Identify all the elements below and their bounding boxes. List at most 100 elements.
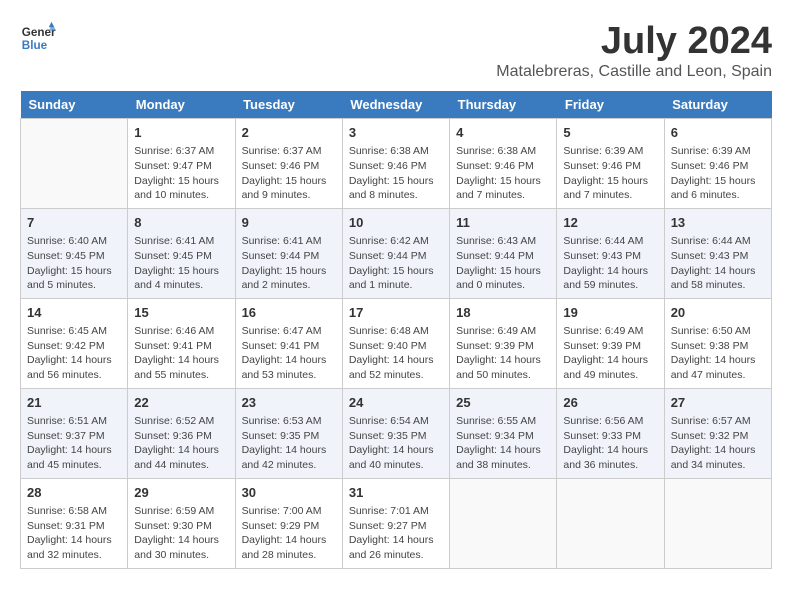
day-info: Sunrise: 6:51 AM Sunset: 9:37 PM Dayligh…: [27, 414, 121, 473]
calendar-cell: [450, 478, 557, 568]
calendar-cell: 27 Sunrise: 6:57 AM Sunset: 9:32 PM Dayli…: [664, 388, 771, 478]
weekday-thursday: Thursday: [450, 91, 557, 119]
calendar-cell: 3 Sunrise: 6:38 AM Sunset: 9:46 PM Daylig…: [342, 119, 449, 209]
day-info: Sunrise: 7:00 AM Sunset: 9:29 PM Dayligh…: [242, 504, 336, 563]
day-info: Sunrise: 6:58 AM Sunset: 9:31 PM Dayligh…: [27, 504, 121, 563]
calendar-cell: 22 Sunrise: 6:52 AM Sunset: 9:36 PM Dayli…: [128, 388, 235, 478]
day-number: 28: [27, 484, 121, 502]
calendar-cell: 6 Sunrise: 6:39 AM Sunset: 9:46 PM Daylig…: [664, 119, 771, 209]
day-info: Sunrise: 6:52 AM Sunset: 9:36 PM Dayligh…: [134, 414, 228, 473]
day-info: Sunrise: 6:39 AM Sunset: 9:46 PM Dayligh…: [671, 144, 765, 203]
day-info: Sunrise: 6:37 AM Sunset: 9:47 PM Dayligh…: [134, 144, 228, 203]
calendar-cell: 24 Sunrise: 6:54 AM Sunset: 9:35 PM Dayli…: [342, 388, 449, 478]
day-info: Sunrise: 6:41 AM Sunset: 9:44 PM Dayligh…: [242, 234, 336, 293]
day-info: Sunrise: 6:42 AM Sunset: 9:44 PM Dayligh…: [349, 234, 443, 293]
day-info: Sunrise: 6:57 AM Sunset: 9:32 PM Dayligh…: [671, 414, 765, 473]
calendar-cell: 1Sunrise: 6:37 AM Sunset: 9:47 PM Daylig…: [128, 119, 235, 209]
day-number: 31: [349, 484, 443, 502]
day-info: Sunrise: 6:55 AM Sunset: 9:34 PM Dayligh…: [456, 414, 550, 473]
day-number: 14: [27, 304, 121, 322]
day-number: 25: [456, 394, 550, 412]
day-info: Sunrise: 6:38 AM Sunset: 9:46 PM Dayligh…: [456, 144, 550, 203]
calendar-cell: 25 Sunrise: 6:55 AM Sunset: 9:34 PM Dayli…: [450, 388, 557, 478]
day-number: 5: [563, 124, 657, 142]
calendar-week-5: 28 Sunrise: 6:58 AM Sunset: 9:31 PM Dayli…: [21, 478, 772, 568]
day-number: 9: [242, 214, 336, 232]
calendar-cell: 26Sunrise: 6:56 AM Sunset: 9:33 PM Dayli…: [557, 388, 664, 478]
calendar-cell: 13Sunrise: 6:44 AM Sunset: 9:43 PM Dayli…: [664, 208, 771, 298]
day-info: Sunrise: 6:49 AM Sunset: 9:39 PM Dayligh…: [456, 324, 550, 383]
calendar-cell: 31Sunrise: 7:01 AM Sunset: 9:27 PM Dayli…: [342, 478, 449, 568]
calendar-cell: [21, 119, 128, 209]
calendar-cell: [557, 478, 664, 568]
day-number: 16: [242, 304, 336, 322]
day-number: 4: [456, 124, 550, 142]
day-number: 12: [563, 214, 657, 232]
calendar-cell: 8 Sunrise: 6:41 AM Sunset: 9:45 PM Daylig…: [128, 208, 235, 298]
calendar-cell: 18 Sunrise: 6:49 AM Sunset: 9:39 PM Dayli…: [450, 298, 557, 388]
day-info: Sunrise: 6:59 AM Sunset: 9:30 PM Dayligh…: [134, 504, 228, 563]
day-number: 10: [349, 214, 443, 232]
calendar-cell: 19 Sunrise: 6:49 AM Sunset: 9:39 PM Dayli…: [557, 298, 664, 388]
day-number: 11: [456, 214, 550, 232]
location-title: Matalebreras, Castille and Leon, Spain: [496, 63, 772, 81]
title-block: July 2024 Matalebreras, Castille and Leo…: [496, 20, 772, 81]
day-number: 3: [349, 124, 443, 142]
day-number: 30: [242, 484, 336, 502]
day-number: 23: [242, 394, 336, 412]
calendar-cell: 9 Sunrise: 6:41 AM Sunset: 9:44 PM Daylig…: [235, 208, 342, 298]
calendar-cell: 4 Sunrise: 6:38 AM Sunset: 9:46 PM Daylig…: [450, 119, 557, 209]
calendar-cell: 15 Sunrise: 6:46 AM Sunset: 9:41 PM Dayli…: [128, 298, 235, 388]
day-number: 7: [27, 214, 121, 232]
day-number: 2: [242, 124, 336, 142]
calendar-cell: 16 Sunrise: 6:47 AM Sunset: 9:41 PM Dayli…: [235, 298, 342, 388]
calendar-cell: 21 Sunrise: 6:51 AM Sunset: 9:37 PM Dayli…: [21, 388, 128, 478]
day-number: 15: [134, 304, 228, 322]
calendar-cell: 20Sunrise: 6:50 AM Sunset: 9:38 PM Dayli…: [664, 298, 771, 388]
calendar-week-2: 7 Sunrise: 6:40 AM Sunset: 9:45 PM Daylig…: [21, 208, 772, 298]
page-header: General Blue July 2024 Matalebreras, Cas…: [20, 20, 772, 81]
calendar-week-4: 21 Sunrise: 6:51 AM Sunset: 9:37 PM Dayli…: [21, 388, 772, 478]
day-number: 18: [456, 304, 550, 322]
day-number: 27: [671, 394, 765, 412]
day-info: Sunrise: 6:43 AM Sunset: 9:44 PM Dayligh…: [456, 234, 550, 293]
month-title: July 2024: [496, 20, 772, 63]
day-number: 17: [349, 304, 443, 322]
day-info: Sunrise: 6:46 AM Sunset: 9:41 PM Dayligh…: [134, 324, 228, 383]
calendar-cell: 7 Sunrise: 6:40 AM Sunset: 9:45 PM Daylig…: [21, 208, 128, 298]
day-number: 20: [671, 304, 765, 322]
day-number: 22: [134, 394, 228, 412]
weekday-friday: Friday: [557, 91, 664, 119]
weekday-wednesday: Wednesday: [342, 91, 449, 119]
day-info: Sunrise: 6:54 AM Sunset: 9:35 PM Dayligh…: [349, 414, 443, 473]
weekday-saturday: Saturday: [664, 91, 771, 119]
calendar-week-3: 14Sunrise: 6:45 AM Sunset: 9:42 PM Dayli…: [21, 298, 772, 388]
day-number: 26: [563, 394, 657, 412]
day-info: Sunrise: 6:37 AM Sunset: 9:46 PM Dayligh…: [242, 144, 336, 203]
day-number: 6: [671, 124, 765, 142]
day-number: 24: [349, 394, 443, 412]
weekday-monday: Monday: [128, 91, 235, 119]
day-info: Sunrise: 6:40 AM Sunset: 9:45 PM Dayligh…: [27, 234, 121, 293]
calendar-cell: 11 Sunrise: 6:43 AM Sunset: 9:44 PM Dayli…: [450, 208, 557, 298]
day-number: 19: [563, 304, 657, 322]
weekday-sunday: Sunday: [21, 91, 128, 119]
day-info: Sunrise: 6:53 AM Sunset: 9:35 PM Dayligh…: [242, 414, 336, 473]
day-number: 13: [671, 214, 765, 232]
day-info: Sunrise: 6:38 AM Sunset: 9:46 PM Dayligh…: [349, 144, 443, 203]
day-info: Sunrise: 6:41 AM Sunset: 9:45 PM Dayligh…: [134, 234, 228, 293]
day-info: Sunrise: 6:47 AM Sunset: 9:41 PM Dayligh…: [242, 324, 336, 383]
day-number: 8: [134, 214, 228, 232]
weekday-tuesday: Tuesday: [235, 91, 342, 119]
day-info: Sunrise: 6:49 AM Sunset: 9:39 PM Dayligh…: [563, 324, 657, 383]
day-number: 21: [27, 394, 121, 412]
logo-icon: General Blue: [20, 20, 56, 56]
calendar-table: SundayMondayTuesdayWednesdayThursdayFrid…: [20, 91, 772, 569]
calendar-cell: 29Sunrise: 6:59 AM Sunset: 9:30 PM Dayli…: [128, 478, 235, 568]
svg-text:Blue: Blue: [22, 39, 48, 52]
calendar-cell: 12Sunrise: 6:44 AM Sunset: 9:43 PM Dayli…: [557, 208, 664, 298]
day-info: Sunrise: 6:39 AM Sunset: 9:46 PM Dayligh…: [563, 144, 657, 203]
calendar-cell: 23 Sunrise: 6:53 AM Sunset: 9:35 PM Dayli…: [235, 388, 342, 478]
calendar-cell: 17Sunrise: 6:48 AM Sunset: 9:40 PM Dayli…: [342, 298, 449, 388]
calendar-cell: [664, 478, 771, 568]
